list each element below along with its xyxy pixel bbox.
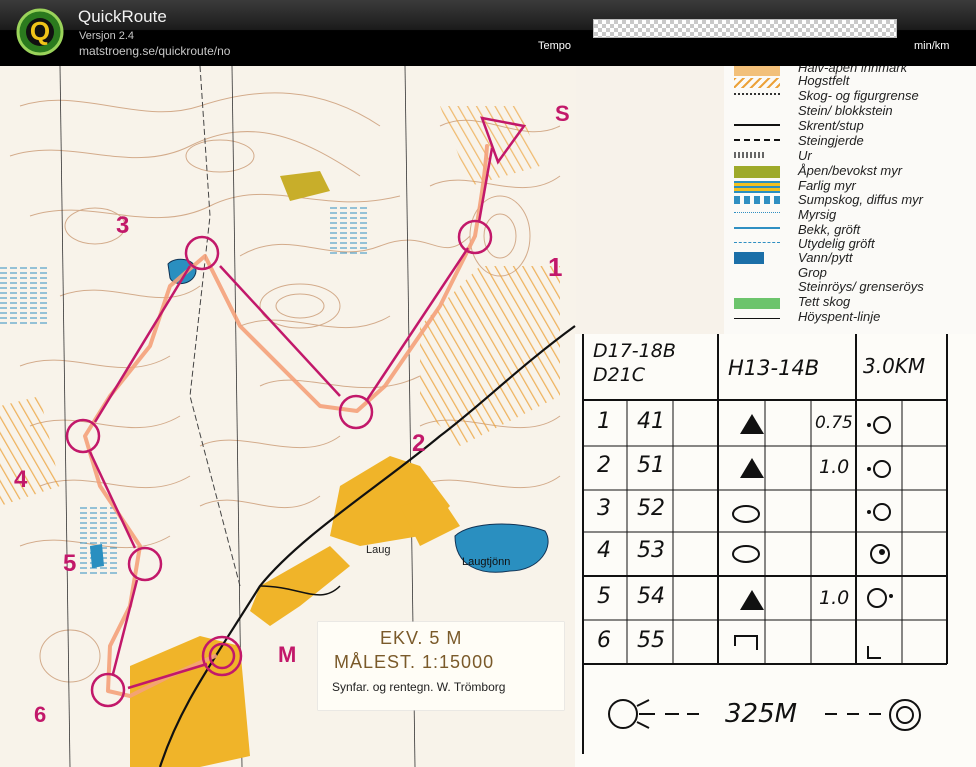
card-row-code: 54 — [637, 584, 665, 609]
knoll-symbol — [740, 458, 764, 478]
card-row-num: 5 — [597, 584, 611, 609]
card-row-code: 53 — [637, 538, 665, 563]
legend-item: Vann/pytt — [798, 250, 853, 265]
control-label-4: 4 — [14, 466, 28, 493]
legend-symbol — [734, 318, 780, 319]
tempo-unit-label: min/km — [914, 40, 950, 52]
legend-symbol — [734, 152, 764, 158]
tempo-label: Tempo — [538, 40, 572, 52]
control-label-5: 5 — [63, 550, 77, 577]
legend-item: Grop — [798, 265, 827, 280]
legend-item: Steingjerde — [798, 133, 864, 148]
card-row-num: 6 — [597, 628, 611, 653]
legend-symbol — [734, 66, 780, 76]
legend-symbol — [734, 227, 780, 229]
legend-symbol — [734, 298, 780, 309]
legend-symbol — [734, 212, 780, 213]
start-label: S — [555, 101, 570, 126]
card-class-3: H13-14B — [728, 356, 820, 380]
knoll-symbol — [740, 414, 764, 434]
app-title: QuickRoute — [78, 7, 167, 26]
tempo-color-scale[interactable] — [593, 19, 897, 38]
app-url[interactable]: matstroeng.se/quickroute/no — [79, 44, 230, 58]
legend-symbol — [734, 252, 764, 264]
depression-symbol — [732, 545, 760, 563]
course-description-card: D17-18B D21C H13-14B 3.0KM 1 41 0.75 2 5… — [575, 334, 976, 767]
legend-symbol — [734, 196, 780, 204]
finish-distance: 325M — [725, 699, 798, 729]
legend-symbol — [734, 242, 780, 243]
legend-symbol — [734, 78, 780, 88]
legend-item: Steinröys/ grenseröys — [798, 279, 924, 294]
lake-name: Laugtjönn — [462, 556, 511, 568]
legend-item: Ur — [798, 148, 812, 163]
card-row-num: 3 — [597, 496, 611, 521]
control-label-2: 2 — [412, 430, 426, 457]
legend-item: Skrent/stup — [798, 118, 864, 133]
legend-symbol — [734, 139, 780, 141]
card-row-code: 52 — [637, 496, 665, 521]
card-row-num: 2 — [597, 453, 611, 478]
legend-item: Höyspent-linje — [798, 309, 881, 324]
logo-letter: Q — [30, 16, 50, 46]
equidistance-text: EKV. 5 M — [380, 628, 463, 648]
legend-item: Sumpskog, diffus myr — [798, 192, 923, 207]
place-name: Laug — [366, 544, 391, 556]
card-row-size: 1.0 — [819, 456, 850, 478]
legend-item: Bekk, gröft — [798, 222, 861, 237]
card-row-num: 4 — [597, 538, 611, 563]
card-row-size: 1.0 — [819, 587, 850, 609]
control-label-6: 6 — [34, 702, 47, 727]
scale-text: MÅLEST. 1:15000 — [334, 652, 495, 672]
app-header: Q QuickRoute Versjon 2.4 matstroeng.se/q… — [0, 0, 976, 66]
card-course-length: 3.0KM — [863, 354, 926, 378]
legend-item: Åpen/bevokst myr — [798, 163, 903, 178]
control-label-1: 1 — [548, 252, 563, 282]
map-info-box: EKV. 5 M MÅLEST. 1:15000 Synfar. og rent… — [318, 622, 564, 710]
legend-item: Utydelig gröft — [798, 236, 875, 251]
quickroute-logo: Q — [16, 8, 64, 56]
app-version: Versjon 2.4 — [79, 30, 135, 42]
card-row-code: 55 — [637, 628, 665, 653]
knoll-symbol — [740, 590, 764, 610]
legend-item: Myrsig — [798, 207, 837, 222]
credit-text: Synfar. og rentegn. W. Trömborg — [332, 680, 506, 694]
card-class-2: D21C — [593, 364, 646, 386]
card-row-size: 0.75 — [815, 413, 853, 433]
orienteering-map[interactable]: S 1 2 3 4 5 6 M Laugtjönn Laug EKV. 5 M … — [0, 66, 976, 767]
legend-symbol — [734, 93, 780, 95]
legend-item: Farlig myr — [798, 178, 856, 193]
card-class-1: D17-18B — [593, 340, 676, 362]
map-legend: Halv-åpen innmark Hogstfelt Skog- og fig… — [724, 66, 976, 336]
finish-label: M — [278, 642, 297, 667]
legend-item: Tett skog — [798, 294, 851, 309]
legend-item: Skog- og figurgrense — [798, 88, 919, 103]
cliff-symbol — [734, 635, 758, 650]
legend-symbol — [734, 124, 780, 126]
legend-symbol — [734, 166, 780, 178]
finish-symbol — [889, 699, 921, 731]
card-row-num: 1 — [597, 409, 611, 434]
card-row-code: 51 — [637, 453, 665, 478]
control-label-3: 3 — [116, 212, 130, 239]
legend-symbol — [734, 181, 780, 193]
depression-symbol — [732, 505, 760, 523]
card-row-code: 41 — [637, 409, 665, 434]
legend-item: Hogstfelt — [798, 73, 850, 88]
legend-item: Stein/ blokkstein — [798, 103, 893, 118]
